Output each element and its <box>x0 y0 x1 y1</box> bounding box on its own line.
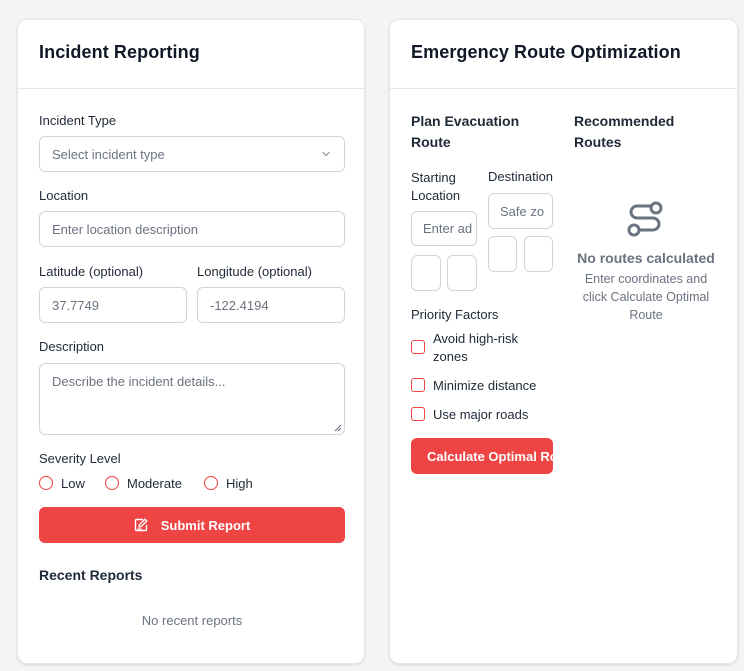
recent-reports-title: Recent Reports <box>39 567 143 583</box>
starting-latitude-input[interactable] <box>411 255 441 291</box>
latitude-placeholder: 37.7749 <box>52 297 99 313</box>
minimize-distance-label: Minimize distance <box>433 378 537 393</box>
severity-high-label: High <box>226 476 253 491</box>
destination-longitude-input[interactable] <box>524 236 553 272</box>
severity-low-label: Low <box>61 476 85 491</box>
destination-latitude-input[interactable] <box>488 236 517 272</box>
destination-input[interactable]: Safe zo <box>488 193 553 229</box>
avoid-high-risk-label: Avoid high-risk zones <box>433 331 519 364</box>
description-label: Description <box>39 339 105 354</box>
incident-type-placeholder: Select incident type <box>52 146 165 162</box>
edit-note-icon <box>134 518 148 532</box>
latitude-label: Latitude (optional) <box>39 264 144 279</box>
avoid-high-risk-checkbox[interactable] <box>411 340 425 354</box>
submit-report-label: Submit Report <box>160 517 251 533</box>
route-optimization-card: Emergency Route Optimization Plan Evacua… <box>389 19 738 664</box>
no-routes-title: No routes calculated <box>577 250 715 266</box>
route-icon <box>627 201 663 237</box>
plan-route-title: Plan Evacuation Route <box>411 113 520 150</box>
priority-factors-title: Priority Factors <box>411 307 499 322</box>
incident-type-label: Incident Type <box>39 113 117 128</box>
incident-type-select[interactable]: Select incident type <box>39 136 345 172</box>
starting-location-placeholder: Enter ad <box>423 221 473 236</box>
severity-high-radio[interactable] <box>204 476 218 490</box>
card-header: Incident Reporting <box>18 20 364 89</box>
starting-location-label: Starting Location <box>411 170 461 203</box>
recommended-routes-title: Recommended Routes <box>574 113 675 150</box>
starting-location-input[interactable]: Enter ad <box>411 211 477 246</box>
card-title: Emergency Route Optimization <box>411 42 681 62</box>
longitude-input[interactable]: -122.4194 <box>197 287 345 323</box>
location-label: Location <box>39 188 89 203</box>
submit-report-button[interactable]: Submit Report <box>39 507 345 543</box>
resize-grip-icon[interactable] <box>334 424 342 432</box>
severity-moderate-radio[interactable] <box>105 476 119 490</box>
major-roads-label: Use major roads <box>433 407 529 422</box>
destination-placeholder: Safe zo <box>500 203 545 219</box>
severity-low-radio[interactable] <box>39 476 53 490</box>
card-header: Emergency Route Optimization <box>390 20 737 89</box>
starting-longitude-input[interactable] <box>447 255 477 291</box>
latitude-input[interactable]: 37.7749 <box>39 287 187 323</box>
no-routes-description: Enter coordinates and click Calculate Op… <box>582 272 710 322</box>
chevron-down-icon <box>322 151 330 157</box>
card-title: Incident Reporting <box>39 42 200 62</box>
longitude-placeholder: -122.4194 <box>210 297 269 313</box>
calculate-route-label: Calculate Optimal Route <box>427 448 553 464</box>
major-roads-checkbox[interactable] <box>411 407 425 421</box>
minimize-distance-checkbox[interactable] <box>411 378 425 392</box>
description-textarea[interactable]: Describe the incident details... <box>39 363 345 435</box>
description-placeholder: Describe the incident details... <box>52 374 226 389</box>
severity-moderate-label: Moderate <box>127 476 182 491</box>
longitude-label: Longitude (optional) <box>197 264 312 279</box>
severity-label: Severity Level <box>39 451 121 466</box>
calculate-route-button[interactable]: Calculate Optimal Route <box>411 438 553 474</box>
incident-reporting-card: Incident Reporting Incident Type Select … <box>17 19 365 664</box>
recent-reports-empty: No recent reports <box>141 613 243 628</box>
location-input[interactable]: Enter location description <box>39 211 345 247</box>
location-placeholder: Enter location description <box>52 221 198 237</box>
destination-label: Destination <box>488 169 554 184</box>
